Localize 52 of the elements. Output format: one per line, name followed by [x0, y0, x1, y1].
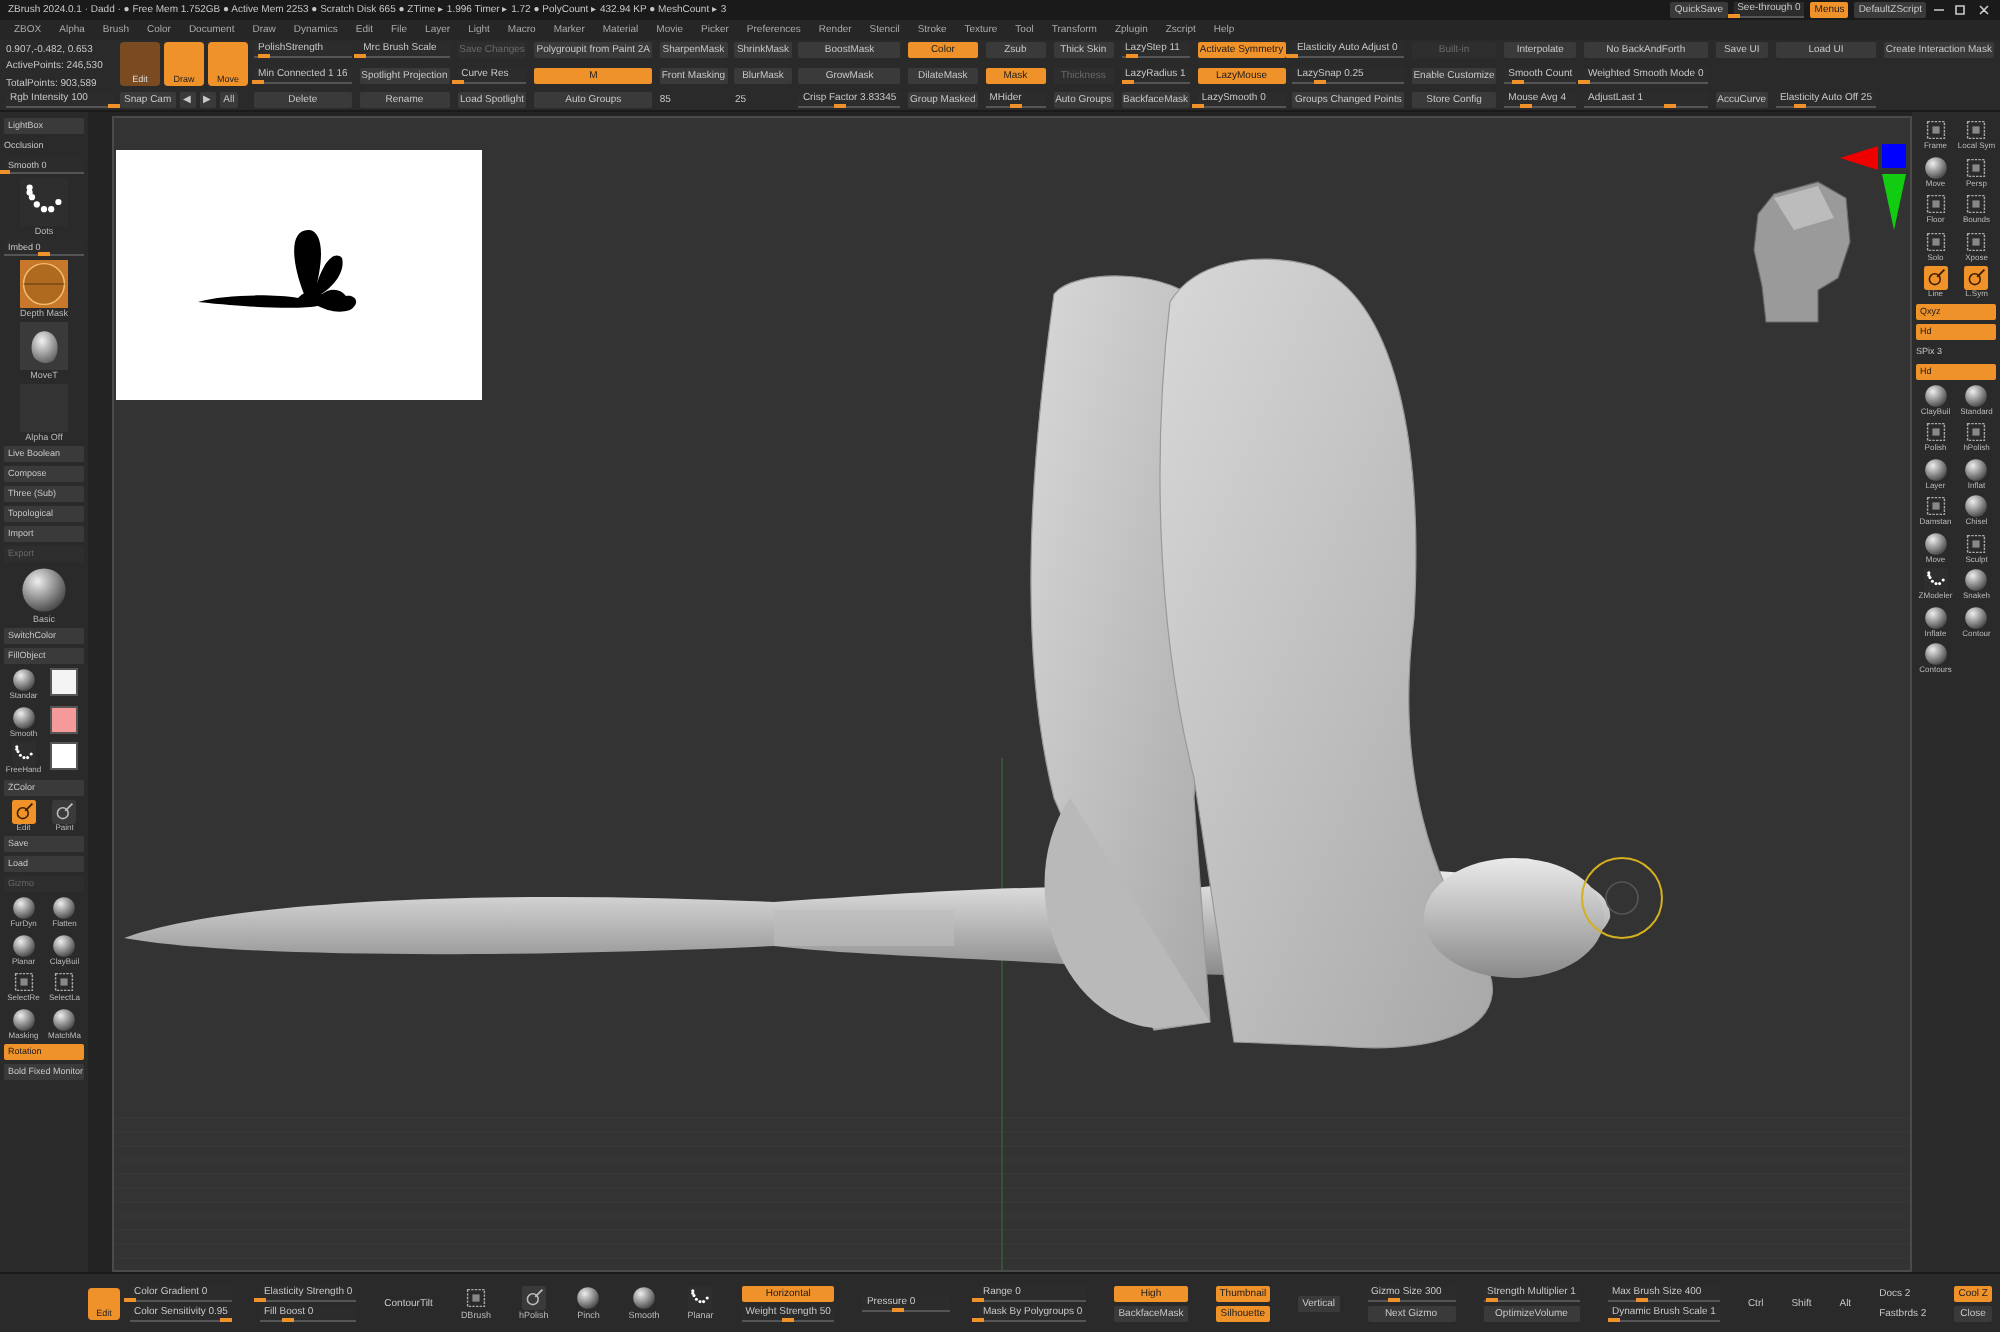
sphere-icon: [631, 1286, 656, 1310]
frame-icon: [1923, 192, 1948, 216]
sphere-icon: [11, 705, 36, 729]
frame-icon: [52, 970, 77, 994]
frame-icon: [1923, 229, 1948, 253]
sphere-icon: [1923, 642, 1948, 666]
sphere-icon: [11, 1007, 36, 1031]
frame-icon: [1964, 192, 1989, 216]
frame-icon: [1923, 420, 1948, 444]
frame-icon: [1964, 420, 1989, 444]
sphere-icon: [52, 933, 77, 957]
sphere-icon: [1923, 383, 1948, 407]
frame-icon: [1964, 155, 1989, 179]
sphere-icon: [1964, 383, 1989, 407]
sphere-icon: [1964, 457, 1989, 481]
frame-icon: [1923, 494, 1948, 518]
frame-icon: [1964, 118, 1989, 142]
navigator-thumbnail[interactable]: [116, 150, 482, 400]
frame-icon: [1923, 118, 1948, 142]
sphere-icon: [1923, 155, 1948, 179]
brush-cursor: [1581, 857, 1663, 939]
frame-icon: [11, 970, 36, 994]
sphere-icon: [52, 1007, 77, 1031]
frame-icon: [1964, 229, 1989, 253]
sphere-icon: [576, 1286, 601, 1310]
color-swatch[interactable]: [50, 705, 79, 733]
color-swatch[interactable]: [50, 668, 79, 696]
axis-gizmo[interactable]: [1840, 144, 1906, 230]
frame-icon: [463, 1286, 488, 1310]
color-swatch[interactable]: [50, 742, 79, 770]
sphere-icon: [1923, 531, 1948, 555]
sphere-icon: [1964, 605, 1989, 629]
brush-icon: [1964, 266, 1989, 290]
sphere-icon: [52, 896, 77, 920]
sphere-icon: [1964, 494, 1989, 518]
slider-thumb[interactable]: [108, 103, 120, 108]
blob-icon: [20, 322, 68, 370]
sphere-icon: [1964, 568, 1989, 592]
sphere-icon: [11, 668, 36, 692]
window-controls-icon[interactable]: [1932, 4, 1992, 16]
sphere-icon: [1923, 457, 1948, 481]
sphere-icon: [1923, 605, 1948, 629]
brush-icon: [521, 1286, 546, 1310]
head-navigator-drawing[interactable]: [1753, 181, 1851, 323]
brush-icon: [52, 799, 77, 823]
brush-icon: [1923, 266, 1948, 290]
circle-icon: [20, 260, 68, 308]
frame-icon: [1964, 531, 1989, 555]
sphere-icon: [20, 566, 68, 614]
sphere-icon: [11, 933, 36, 957]
brush-icon: [11, 799, 36, 823]
sphere-icon: [11, 896, 36, 920]
